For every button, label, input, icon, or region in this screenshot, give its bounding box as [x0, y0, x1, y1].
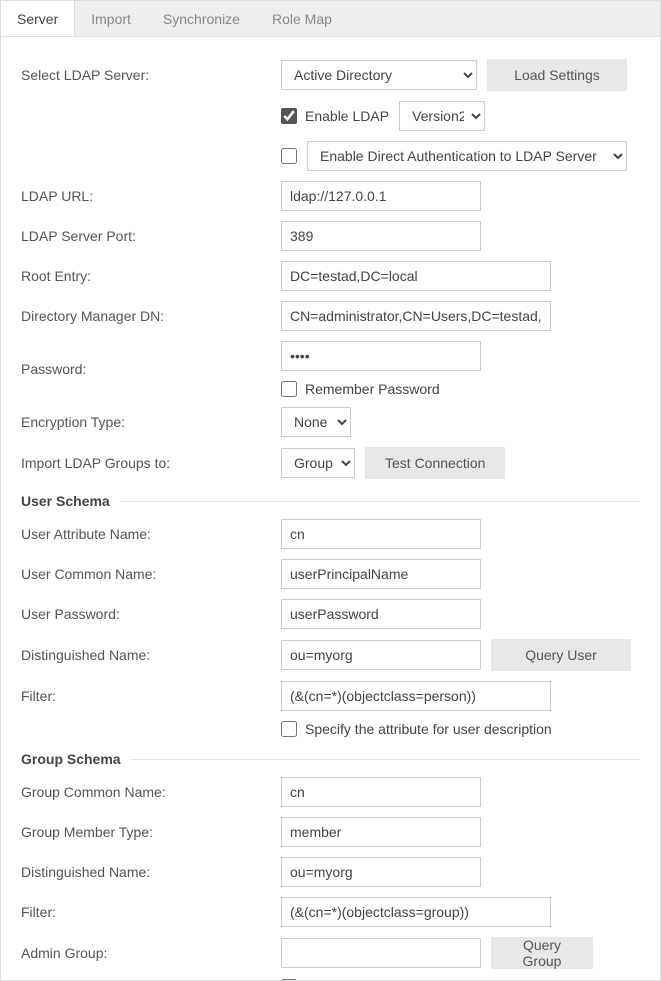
password-input[interactable]: [281, 341, 481, 371]
enable-direct-auth-checkbox[interactable]: [281, 148, 297, 164]
user-filter-input[interactable]: [281, 681, 551, 711]
root-entry-input[interactable]: [281, 261, 551, 291]
label-user-dn: Distinguished Name:: [21, 647, 281, 663]
label-enc-type: Encryption Type:: [21, 414, 281, 430]
label-group-common: Group Common Name:: [21, 784, 281, 800]
user-attr-input[interactable]: [281, 519, 481, 549]
form-body: Select LDAP Server: Active Directory Loa…: [1, 37, 660, 981]
label-user-attr: User Attribute Name:: [21, 526, 281, 542]
group-dn-input[interactable]: [281, 857, 481, 887]
encryption-type-select[interactable]: None: [281, 407, 351, 437]
group-schema-heading: Group Schema: [21, 751, 640, 767]
version-select[interactable]: Version2: [399, 101, 485, 131]
server-port-input[interactable]: [281, 221, 481, 251]
direct-auth-select[interactable]: Enable Direct Authentication to LDAP Ser…: [307, 141, 627, 171]
label-password: Password:: [21, 361, 281, 377]
tabs-bar: Server Import Synchronize Role Map: [1, 1, 660, 37]
select-ldap-server[interactable]: Active Directory: [281, 60, 477, 90]
label-dir-mgr-dn: Directory Manager DN:: [21, 308, 281, 324]
import-groups-select[interactable]: Group: [281, 448, 355, 478]
enable-ldap-checkbox[interactable]: [281, 108, 297, 124]
tab-role-map[interactable]: Role Map: [256, 1, 348, 36]
dir-mgr-dn-input[interactable]: [281, 301, 551, 331]
tab-import[interactable]: Import: [75, 1, 147, 36]
ldap-url-input[interactable]: [281, 181, 481, 211]
user-password-input[interactable]: [281, 599, 481, 629]
remember-password-checkbox[interactable]: [281, 381, 297, 397]
label-server-port: LDAP Server Port:: [21, 228, 281, 244]
load-settings-button[interactable]: Load Settings: [487, 59, 627, 91]
label-user-pw: User Password:: [21, 606, 281, 622]
query-user-button[interactable]: Query User: [491, 639, 631, 671]
label-import-groups: Import LDAP Groups to:: [21, 455, 281, 471]
group-member-input[interactable]: [281, 817, 481, 847]
tab-server[interactable]: Server: [1, 1, 75, 36]
label-group-filter: Filter:: [21, 904, 281, 920]
query-group-button[interactable]: Query Group: [491, 937, 593, 969]
group-filter-input[interactable]: [281, 897, 551, 927]
label-group-member: Group Member Type:: [21, 824, 281, 840]
spec-user-desc-checkbox[interactable]: [281, 721, 297, 737]
admin-group-input[interactable]: [281, 938, 481, 968]
label-enable-ldap: Enable LDAP: [305, 108, 389, 124]
test-connection-button[interactable]: Test Connection: [365, 447, 505, 479]
user-schema-heading: User Schema: [21, 493, 640, 509]
user-dn-input[interactable]: [281, 640, 481, 670]
label-spec-user-desc: Specify the attribute for user descripti…: [305, 721, 552, 737]
label-admin-group: Admin Group:: [21, 945, 281, 961]
label-select-server: Select LDAP Server:: [21, 67, 281, 83]
label-user-common: User Common Name:: [21, 566, 281, 582]
label-user-filter: Filter:: [21, 688, 281, 704]
label-group-dn: Distinguished Name:: [21, 864, 281, 880]
user-common-input[interactable]: [281, 559, 481, 589]
label-root-entry: Root Entry:: [21, 268, 281, 284]
ldap-settings-panel: Server Import Synchronize Role Map Selec…: [0, 0, 661, 981]
label-ldap-url: LDAP URL:: [21, 188, 281, 204]
tab-synchronize[interactable]: Synchronize: [147, 1, 256, 36]
group-common-input[interactable]: [281, 777, 481, 807]
label-remember-password: Remember Password: [305, 381, 440, 397]
